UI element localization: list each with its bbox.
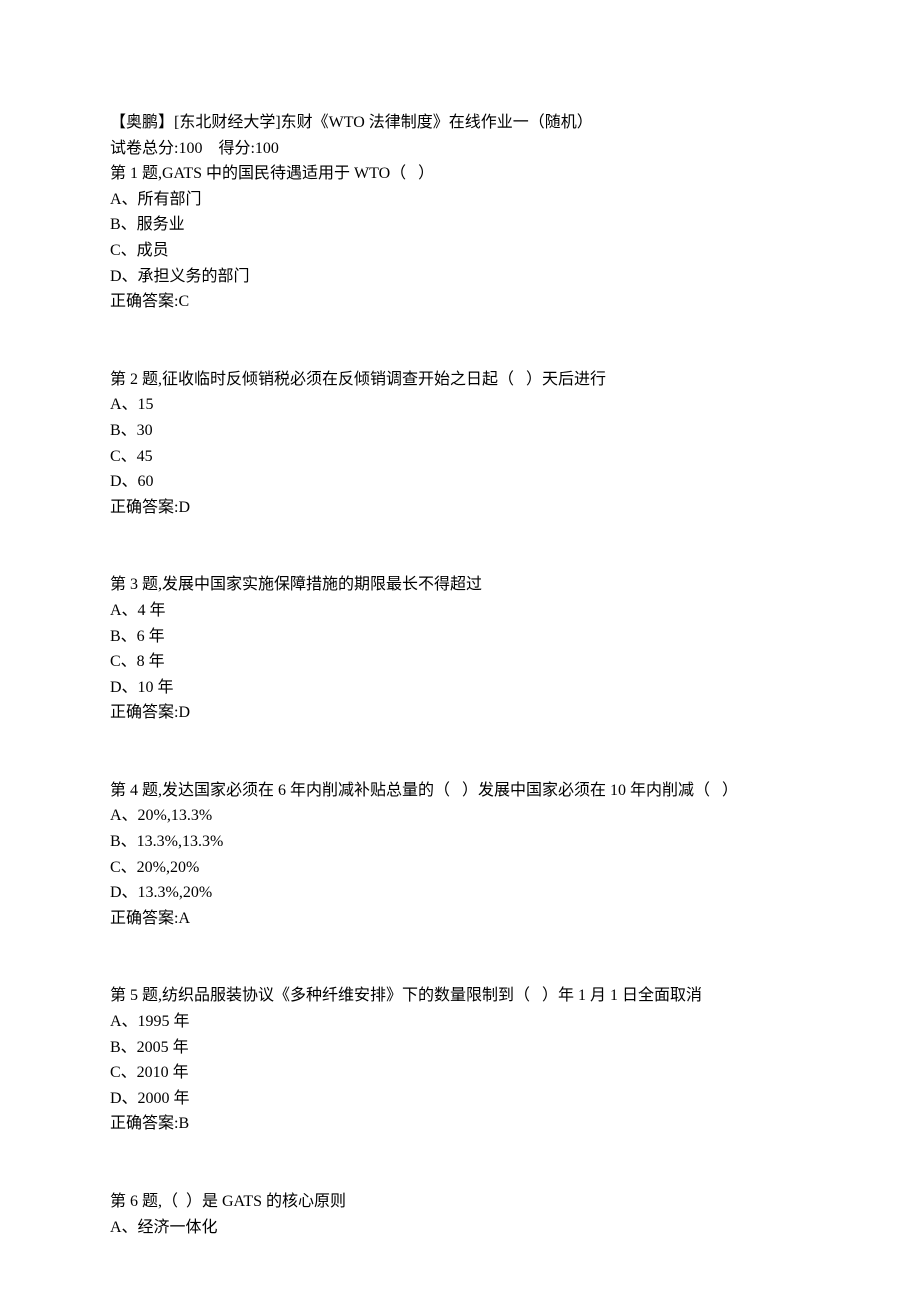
question-answer: 正确答案:D bbox=[110, 700, 810, 726]
score-line: 试卷总分:100 得分:100 bbox=[110, 136, 810, 162]
question-prompt: 第 2 题,征收临时反倾销税必须在反倾销调查开始之日起（ ）天后进行 bbox=[110, 367, 810, 393]
question-option: C、8 年 bbox=[110, 649, 810, 675]
question-prompt: 第 1 题,GATS 中的国民待遇适用于 WTO（ ） bbox=[110, 161, 810, 187]
question-answer: 正确答案:D bbox=[110, 495, 810, 521]
question-option: A、15 bbox=[110, 392, 810, 418]
question-prompt: 第 3 题,发展中国家实施保障措施的期限最长不得超过 bbox=[110, 572, 810, 598]
assignment-title: 【奥鹏】[东北财经大学]东财《WTO 法律制度》在线作业一（随机） bbox=[110, 110, 810, 136]
question-option: A、1995 年 bbox=[110, 1009, 810, 1035]
question-prompt: 第 4 题,发达国家必须在 6 年内削减补贴总量的（ ）发展中国家必须在 10 … bbox=[110, 778, 810, 804]
question-option: A、经济一体化 bbox=[110, 1215, 810, 1241]
question-option: D、10 年 bbox=[110, 675, 810, 701]
question-answer: 正确答案:B bbox=[110, 1111, 810, 1137]
spacer bbox=[110, 957, 810, 983]
question-answer: 正确答案:C bbox=[110, 289, 810, 315]
question-option: C、成员 bbox=[110, 238, 810, 264]
spacer bbox=[110, 726, 810, 752]
spacer bbox=[110, 341, 810, 367]
question-option: C、45 bbox=[110, 444, 810, 470]
spacer bbox=[110, 520, 810, 546]
question-option: A、所有部门 bbox=[110, 187, 810, 213]
spacer bbox=[110, 1163, 810, 1189]
spacer bbox=[110, 315, 810, 341]
question-option: D、承担义务的部门 bbox=[110, 264, 810, 290]
document-page: { "header": { "title": "【奥鹏】[东北财经大学]东财《W… bbox=[0, 0, 920, 1240]
question-prompt: 第 6 题,（ ）是 GATS 的核心原则 bbox=[110, 1189, 810, 1215]
question-option: B、2005 年 bbox=[110, 1035, 810, 1061]
question-option: C、20%,20% bbox=[110, 855, 810, 881]
question-option: C、2010 年 bbox=[110, 1060, 810, 1086]
question-answer: 正确答案:A bbox=[110, 906, 810, 932]
spacer bbox=[110, 546, 810, 572]
question-option: A、20%,13.3% bbox=[110, 803, 810, 829]
spacer bbox=[110, 931, 810, 957]
question-option: D、60 bbox=[110, 469, 810, 495]
question-option: B、服务业 bbox=[110, 212, 810, 238]
spacer bbox=[110, 752, 810, 778]
question-option: D、13.3%,20% bbox=[110, 880, 810, 906]
question-option: B、13.3%,13.3% bbox=[110, 829, 810, 855]
question-option: B、30 bbox=[110, 418, 810, 444]
question-prompt: 第 5 题,纺织品服装协议《多种纤维安排》下的数量限制到（ ）年 1 月 1 日… bbox=[110, 983, 810, 1009]
question-option: B、6 年 bbox=[110, 624, 810, 650]
question-option: A、4 年 bbox=[110, 598, 810, 624]
spacer bbox=[110, 1137, 810, 1163]
question-option: D、2000 年 bbox=[110, 1086, 810, 1112]
